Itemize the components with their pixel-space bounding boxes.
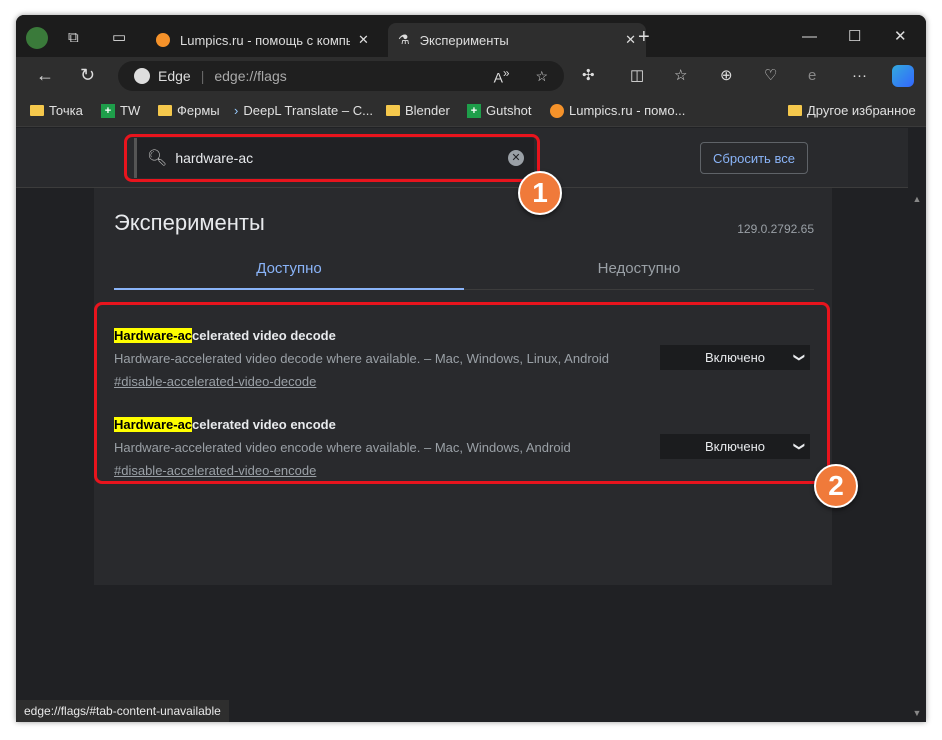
reset-all-button[interactable]: Сбросить все [700, 142, 808, 174]
favorite-star-icon[interactable]: ☆ [535, 68, 548, 85]
sheets-icon: + [101, 103, 115, 118]
bookmark-fermy[interactable]: Фермы [158, 103, 220, 118]
tab-label: Недоступно [597, 260, 681, 277]
tab-strip: ⧉ ▭ Lumpics.ru - помощь с компьюте ✕ ⚗ Э… [16, 15, 926, 57]
folder-icon [788, 105, 802, 116]
sheets-icon: + [467, 103, 481, 118]
bookmark-deepl[interactable]: › DeepL Translate – C... [234, 103, 373, 118]
bookmark-tochka[interactable]: Точка [30, 103, 83, 118]
tab-label: Эксперименты [419, 32, 509, 48]
browser-essentials-icon[interactable]: ♡ [764, 66, 777, 86]
deepl-icon: › [234, 103, 239, 118]
folder-icon [30, 105, 44, 116]
close-window-icon[interactable]: ✕ [894, 27, 907, 47]
annotation-badge: 1 [518, 171, 562, 215]
bookmark-label: Другое избранное [807, 103, 916, 118]
folder-icon [158, 105, 172, 116]
close-tab-icon[interactable]: ✕ [358, 32, 369, 48]
edge-logo-icon [134, 68, 150, 84]
divider: | [200, 68, 205, 84]
tab-unavailable[interactable]: Недоступно [464, 252, 814, 290]
annotation-badge: 2 [814, 464, 858, 508]
version: 129.0.2792.65 [737, 222, 814, 236]
orange-favicon-icon [550, 103, 564, 118]
more-icon[interactable]: ··· [852, 66, 867, 86]
extensions-icon[interactable]: ✣ [582, 66, 595, 86]
bookmark-label: Gutshot [486, 103, 532, 118]
bookmark-label: Фермы [177, 103, 220, 118]
copilot-icon[interactable] [892, 65, 914, 87]
read-aloud-icon[interactable]: A» [494, 67, 510, 86]
annotation-box-search [124, 134, 540, 182]
maximize-icon[interactable]: ☐ [848, 27, 861, 47]
refresh-icon[interactable]: ↻ [80, 65, 95, 85]
close-tab-icon[interactable]: ✕ [625, 32, 636, 48]
annotation-box-flags [94, 302, 830, 484]
tab-experiments[interactable]: ⚗ Эксперименты ✕ [388, 23, 646, 57]
vertical-tabs-icon[interactable]: ▭ [112, 28, 126, 48]
tab-lumpics[interactable]: Lumpics.ru - помощь с компьюте ✕ [146, 23, 386, 57]
bookmark-label: TW [120, 103, 141, 118]
status-bar: edge://flags/#tab-content-unavailable [16, 700, 229, 722]
bookmark-label: DeepL Translate – C... [243, 103, 373, 118]
ie-mode-icon[interactable]: e [808, 66, 816, 86]
bookmark-other-favorites[interactable]: Другое избранное [788, 103, 916, 118]
address-bar[interactable]: Edge | edge://flags A» ☆ [118, 61, 564, 91]
bookmark-label: Lumpics.ru - помо... [569, 103, 686, 118]
minimize-icon[interactable]: — [802, 27, 817, 47]
profile-avatar[interactable] [26, 27, 48, 49]
bookmark-label: Точка [49, 103, 83, 118]
bookmark-gutshot[interactable]: + Gutshot [467, 103, 532, 118]
bookmarks-bar: Точка + TW Фермы › DeepL Translate – C... … [16, 95, 926, 127]
page-title: Эксперименты [114, 210, 265, 235]
flask-icon: ⚗ [398, 32, 410, 47]
tab-label: Lumpics.ru - помощь с компьюте [180, 32, 350, 48]
new-tab-icon[interactable]: + [638, 27, 650, 47]
bookmark-label: Blender [405, 103, 450, 118]
back-icon[interactable]: ← [36, 65, 54, 85]
bookmark-tw[interactable]: + TW [101, 103, 140, 118]
workspaces-icon[interactable]: ⧉ [68, 28, 79, 48]
toolbar: ← ↻ Edge | edge://flags A» ☆ ✣ ◫ ☆ ⊕ ♡ e… [16, 57, 926, 95]
address-brand: Edge [158, 68, 191, 84]
scrollbar[interactable]: ▲ ▼ [908, 188, 926, 722]
folder-icon [386, 105, 400, 116]
split-screen-icon[interactable]: ◫ [630, 66, 644, 86]
scroll-down-icon[interactable]: ▼ [908, 708, 926, 718]
orange-favicon-icon [156, 33, 170, 47]
bookmark-blender[interactable]: Blender [386, 103, 450, 118]
scroll-up-icon[interactable]: ▲ [908, 194, 926, 204]
address-url[interactable]: edge://flags [214, 68, 493, 84]
collections-icon[interactable]: ⊕ [720, 66, 733, 86]
bookmark-lumpics[interactable]: Lumpics.ru - помо... [550, 103, 685, 118]
tab-label: Доступно [256, 260, 322, 277]
tab-available[interactable]: Доступно [114, 252, 464, 290]
favorites-icon[interactable]: ☆ [674, 66, 687, 86]
